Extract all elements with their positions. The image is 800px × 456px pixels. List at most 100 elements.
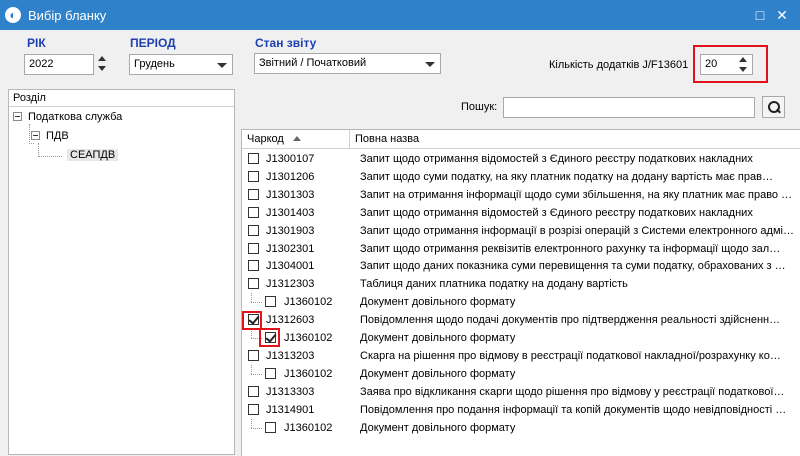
- row-name: Запит щодо отримання відомостей з Єдиног…: [360, 153, 753, 165]
- year-spinner[interactable]: [98, 54, 108, 74]
- close-button[interactable]: ✕: [773, 6, 791, 24]
- row-checkbox[interactable]: [248, 224, 259, 236]
- row-checkbox[interactable]: [248, 278, 259, 290]
- row-code: J1360102: [284, 296, 333, 309]
- row-code: J1360102: [284, 367, 333, 380]
- table-row[interactable]: J1313303 Заява про відкликання скарги щод…: [242, 383, 800, 401]
- tree-node-label: ПДВ: [46, 130, 69, 142]
- period-select[interactable]: Грудень: [129, 54, 233, 75]
- tree-header: Розділ: [9, 90, 234, 107]
- search-icon-handle: [776, 108, 781, 114]
- tree-connector: [251, 329, 252, 338]
- tree-node-tax-service[interactable]: Податкова служба: [13, 110, 122, 124]
- row-name: Документ довільного формату: [360, 367, 516, 380]
- row-code: J1304001: [266, 260, 315, 273]
- tree-connector: [29, 143, 34, 144]
- row-checkbox[interactable]: [248, 153, 259, 164]
- row-code: J1301206: [266, 170, 315, 183]
- year-label: РІК: [27, 36, 46, 50]
- table-row[interactable]: J1301403 Запит щодо отримання відомостей …: [242, 204, 800, 222]
- row-name: Документ довільного формату: [360, 332, 516, 344]
- attachments-label: Кількість додатків J/F13601: [549, 59, 689, 71]
- row-code: J1312303: [266, 278, 315, 291]
- row-code: J1301403: [266, 206, 315, 219]
- maximize-button[interactable]: □: [751, 6, 769, 24]
- tree-connector: [251, 364, 252, 374]
- row-checkbox[interactable]: [248, 188, 259, 200]
- table-row[interactable]: J1304001 Запит щодо даних показника суми …: [242, 257, 800, 275]
- row-code: J1302301: [266, 242, 315, 255]
- highlight-box: [693, 45, 768, 83]
- row-checkbox[interactable]: [265, 421, 276, 433]
- table-row[interactable]: J1301903 Запит щодо отримання інформації …: [242, 222, 800, 240]
- row-checkbox[interactable]: [265, 367, 276, 379]
- row-code: J1313303: [266, 385, 315, 398]
- row-code: J1314901: [266, 403, 315, 416]
- row-code: J1313203: [266, 349, 315, 362]
- row-name: Запит щодо суми податку, на яку платник …: [360, 170, 773, 183]
- tree-connector: [38, 156, 62, 157]
- table-row[interactable]: J1312603 Повідомлення щодо подачі докумен…: [242, 311, 800, 329]
- row-code: J1360102: [284, 421, 333, 434]
- status-select[interactable]: Звітний / Початковий: [254, 53, 441, 74]
- tree-node-vat[interactable]: ПДВ: [31, 129, 69, 143]
- row-name: Запит щодо отримання реквізитів електрон…: [360, 242, 781, 255]
- row-checkbox[interactable]: [248, 403, 259, 415]
- row-name: Запит на отримання інформації щодо суми …: [360, 188, 793, 201]
- tree-connector: [38, 143, 39, 157]
- table-row-child[interactable]: J1360102 Документ довільного формату: [242, 418, 800, 437]
- column-header-code[interactable]: Чаркод: [247, 133, 284, 145]
- table-row-child[interactable]: J1360102 Документ довільного формату: [242, 364, 800, 383]
- table-row-child[interactable]: J1360102 Документ довільного формату: [242, 329, 800, 347]
- table-row[interactable]: J1312303 Таблиця даних платника податку н…: [242, 275, 800, 293]
- row-checkbox[interactable]: [248, 260, 259, 272]
- year-field[interactable]: 2022: [24, 54, 94, 75]
- tree-node-seapdv[interactable]: СЕАПДВ: [67, 148, 119, 162]
- row-code: J1312603: [266, 314, 315, 327]
- table-row[interactable]: J1314901 Повідомлення про подання інформа…: [242, 401, 800, 419]
- table-row-child[interactable]: J1360102 Документ довільного формату: [242, 293, 800, 311]
- collapse-icon[interactable]: [31, 130, 40, 140]
- spin-down-icon[interactable]: [98, 66, 106, 71]
- row-name: Запит щодо отримання інформації в розріз…: [360, 224, 794, 237]
- grid-header: Чаркод Повна назва: [242, 130, 800, 149]
- row-checkbox[interactable]: [248, 170, 259, 182]
- row-name: Запит щодо отримання відомостей з Єдиног…: [360, 206, 753, 219]
- tree-connector: [29, 124, 30, 144]
- chevron-down-icon: [425, 62, 435, 67]
- status-value: Звітний / Початковий: [259, 57, 367, 69]
- row-name: Повідомлення щодо подачі документів про …: [360, 314, 781, 327]
- row-checkbox[interactable]: [265, 296, 276, 308]
- table-row[interactable]: J1301206 Запит щодо суми податку, на яку …: [242, 168, 800, 186]
- table-row[interactable]: J1300107 Запит щодо отримання відомостей …: [242, 150, 800, 168]
- row-checkbox[interactable]: [248, 242, 259, 254]
- spin-up-icon[interactable]: [98, 56, 106, 61]
- tree-connector: [251, 418, 252, 428]
- sort-ascending-icon: [293, 136, 301, 141]
- tree-panel: Розділ Податкова служба ПДВ СЕАПДВ: [8, 89, 235, 455]
- app-logo-icon: ◐: [5, 7, 21, 23]
- row-checkbox[interactable]: [248, 206, 259, 218]
- collapse-icon[interactable]: [13, 111, 22, 121]
- search-button[interactable]: [762, 96, 785, 118]
- row-checkbox[interactable]: [248, 385, 259, 397]
- column-header-name[interactable]: Повна назва: [355, 133, 419, 145]
- tree-node-label: СЕАПДВ: [67, 149, 119, 161]
- table-row[interactable]: J1313203 Скарга на рішення про відмову в …: [242, 347, 800, 365]
- row-name: Документ довільного формату: [360, 421, 516, 434]
- row-name: Запит щодо даних показника суми перевище…: [360, 260, 786, 273]
- table-row[interactable]: J1302301 Запит щодо отримання реквізитів …: [242, 240, 800, 258]
- highlight-box: [259, 328, 280, 347]
- period-value: Грудень: [134, 58, 175, 70]
- tree-connector: [251, 427, 262, 429]
- row-name: Скарга на рішення про відмову в реєстрац…: [360, 349, 781, 362]
- chevron-down-icon: [217, 63, 227, 68]
- tree-connector: [251, 302, 262, 304]
- table-row[interactable]: J1301303 Запит на отримання інформації що…: [242, 186, 800, 204]
- column-separator[interactable]: [349, 130, 350, 148]
- title-bar: ◐ Вибір бланку □ ✕: [0, 0, 800, 30]
- row-name: Таблиця даних платника податку на додану…: [360, 278, 628, 291]
- row-checkbox[interactable]: [248, 349, 259, 361]
- search-input[interactable]: [503, 97, 755, 118]
- row-name: Документ довільного формату: [360, 296, 516, 309]
